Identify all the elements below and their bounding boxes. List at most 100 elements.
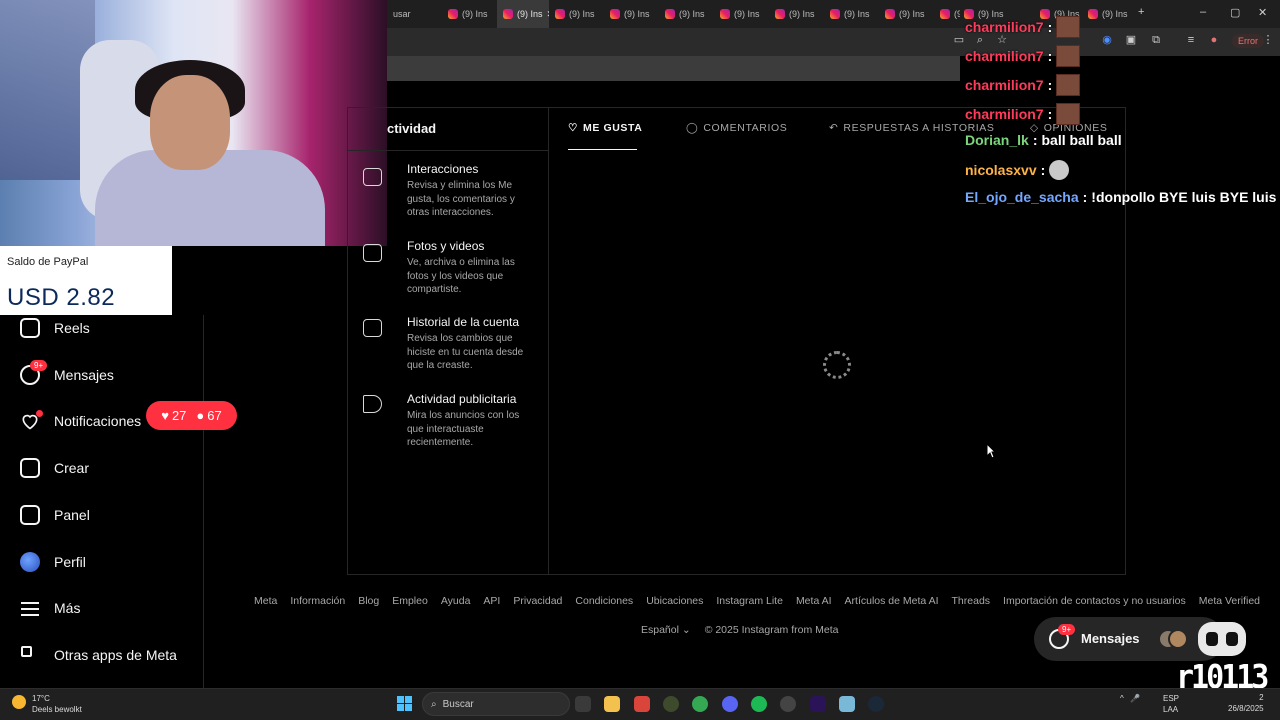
footer-link[interactable]: Información [290, 595, 345, 607]
footer-link[interactable]: Condiciones [575, 595, 633, 607]
activity-item-ads[interactable]: Actividad publicitaria Mira los anuncios… [407, 392, 532, 450]
language-select[interactable]: Español ⌄ [641, 624, 691, 636]
calendar-icon [363, 319, 382, 337]
browser-error-chip[interactable]: Error [1232, 34, 1264, 48]
browser-tab[interactable]: (9) Ins [604, 0, 659, 28]
meta-apps-icon [20, 645, 40, 665]
footer-link[interactable]: Meta AI [796, 595, 832, 607]
chat-message: El_ojo_de_sacha: !donpollo BYE luis BYE l… [965, 189, 1276, 205]
reels-icon [20, 318, 40, 338]
address-bar[interactable] [387, 28, 1280, 56]
chat-emote-icon [1056, 103, 1081, 125]
chrome-icon[interactable] [692, 696, 708, 712]
notepad-icon[interactable] [839, 696, 855, 712]
app-icon[interactable] [780, 696, 796, 712]
footer-link[interactable]: Blog [358, 595, 379, 607]
footer-link[interactable]: Privacidad [513, 595, 562, 607]
more-menu-icon[interactable]: ⋮ [1262, 34, 1274, 46]
extensions-puzzle-icon[interactable]: ⧉ [1150, 34, 1162, 46]
footer-link[interactable]: Meta [254, 595, 277, 607]
file-explorer-icon[interactable] [604, 696, 620, 712]
tab-likes[interactable]: ♡ ME GUSTA [568, 122, 642, 134]
discord-icon[interactable] [722, 696, 738, 712]
sidebar-item-create[interactable]: Crear [20, 458, 89, 478]
profile-icon[interactable]: ● [1208, 34, 1220, 46]
footer-link[interactable]: Artículos de Meta AI [845, 595, 939, 607]
cast-icon[interactable]: ▭ [953, 34, 965, 46]
reading-list-icon[interactable]: ≡ [1185, 34, 1197, 46]
browser-tab[interactable]: (9) Ins [549, 0, 604, 28]
app-icon[interactable] [634, 696, 650, 712]
sun-icon [12, 695, 26, 709]
chat-colon: : [1047, 77, 1053, 93]
footer-link[interactable]: Empleo [392, 595, 428, 607]
close-window-icon[interactable]: ✕ [1258, 6, 1267, 19]
sidebar-item-dashboard[interactable]: Panel [20, 505, 90, 525]
browser-tab[interactable]: (9) Ins [659, 0, 714, 28]
chat-emote-icon [1056, 74, 1081, 96]
footer-link[interactable]: Threads [952, 595, 991, 607]
activity-item-interactions[interactable]: Interacciones Revisa y elimina los Me gu… [407, 162, 532, 220]
taskbar-clock[interactable]: 2 26/8/2025 [1228, 692, 1264, 714]
browser-tab-label: (9) Ins [517, 9, 543, 19]
footer-link[interactable]: Importación de contactos y no usuarios [1003, 595, 1186, 607]
tab-comments[interactable]: ◯ COMENTARIOS [686, 122, 787, 134]
sidebar-item-meta-apps[interactable]: Otras apps de Meta [20, 645, 177, 665]
steam-icon[interactable] [868, 696, 884, 712]
activity-item-heading: Fotos y videos [407, 239, 485, 253]
footer-bottom: Español ⌄ © 2025 Instagram from Meta [641, 624, 838, 636]
chat-username: charmilion7 [965, 48, 1044, 64]
chat-colon: : [1047, 19, 1053, 35]
browser-tab[interactable]: (9) Ins [824, 0, 879, 28]
footer-link[interactable]: Meta Verified [1199, 595, 1260, 607]
system-tray[interactable]: ^ 🎤 [1120, 694, 1140, 703]
chat-emote-icon [1056, 45, 1081, 67]
browser-tab[interactable]: (9) Ins [934, 0, 960, 28]
activity-item-account-history[interactable]: Historial de la cuenta Revisa los cambio… [407, 315, 532, 373]
footer-link[interactable]: Ubicaciones [646, 595, 703, 607]
chat-username: charmilion7 [965, 19, 1044, 35]
new-tab-icon[interactable]: + [1138, 6, 1144, 18]
browser-tab[interactable]: usar [387, 0, 442, 28]
messages-badge: 9+ [30, 360, 48, 371]
browser-tab[interactable]: (9) Ins [769, 0, 824, 28]
heart-icon: ♡ [568, 122, 579, 134]
activity-item-heading: Interacciones [407, 162, 479, 176]
browser-tab-label: (9) Ins [734, 9, 760, 19]
footer-link[interactable]: API [483, 595, 500, 607]
minimize-icon[interactable]: – [1200, 6, 1206, 18]
chat-colon: : [1032, 132, 1038, 148]
extension-icon[interactable]: ▣ [1125, 34, 1137, 46]
windows-start-icon[interactable] [397, 696, 412, 711]
task-view-icon[interactable] [575, 696, 591, 712]
lang-line2: LAA [1163, 705, 1179, 714]
browser-tab[interactable]: (9) Ins✕ [497, 0, 549, 28]
sidebar-item-more[interactable]: Más [20, 598, 80, 618]
notifications-pill[interactable]: ♥ 27 ● 67 [146, 401, 237, 430]
spotify-icon[interactable] [751, 696, 767, 712]
sidebar-item-profile[interactable]: Perfil [20, 552, 86, 572]
input-language[interactable]: ESP LAA [1163, 693, 1179, 715]
sidebar-item-reels[interactable]: Reels [20, 318, 90, 338]
comment-icon: ◯ [686, 122, 699, 134]
browser-tab[interactable]: (9) Ins [1088, 0, 1128, 28]
footer-link[interactable]: Instagram Lite [716, 595, 783, 607]
person-icon: ● [196, 408, 205, 423]
activity-item-photos[interactable]: Fotos y videos Ve, archiva o elimina las… [407, 239, 532, 297]
chat-message: nicolasxvv: [965, 160, 1070, 180]
browser-tab-label: (9) Ins [462, 9, 488, 19]
photos-icon [363, 244, 382, 262]
premiere-icon[interactable] [810, 696, 826, 712]
weather-widget[interactable]: 17°C Deels bewolkt [12, 693, 82, 715]
browser-tab[interactable]: (9) Ins [714, 0, 769, 28]
taskbar-search[interactable]: ⌕ Buscar [422, 692, 570, 716]
maximize-icon[interactable]: ▢ [1230, 6, 1240, 19]
extension-icon[interactable]: ◉ [1101, 34, 1113, 46]
footer-link[interactable]: Ayuda [441, 595, 471, 607]
dashboard-icon [20, 505, 40, 525]
browser-tab[interactable]: (9) Ins [442, 0, 497, 28]
browser-tab[interactable]: (9) Ins [879, 0, 934, 28]
footer-links: Meta Información Blog Empleo Ayuda API Privaci… [254, 595, 1260, 607]
app-icon[interactable] [663, 696, 679, 712]
weather-text: 17°C Deels bewolkt [32, 693, 82, 715]
